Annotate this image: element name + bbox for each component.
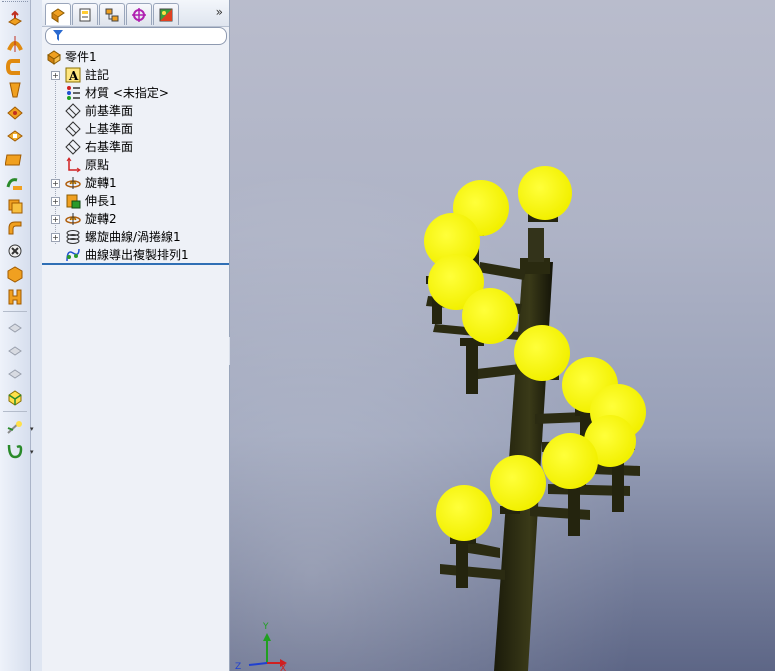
more-tabs-button[interactable]: » <box>216 5 223 19</box>
curves-dropdown-icon[interactable]: ▾ <box>30 448 34 456</box>
lamp-bulb <box>542 433 598 489</box>
tree-item-label: 原點 <box>85 158 110 172</box>
filter-icon <box>53 30 63 44</box>
lamp-bulb <box>436 485 492 541</box>
lofted-cut-icon[interactable] <box>5 195 25 215</box>
curves-icon[interactable] <box>5 441 25 461</box>
tree-item-label: 右基準面 <box>85 140 134 154</box>
tree-item-extrude1[interactable]: + 伸長1 <box>42 192 229 210</box>
extruded-boss-icon[interactable] <box>5 10 25 30</box>
z-axis <box>248 662 268 666</box>
property-manager-icon <box>79 8 91 22</box>
display-manager-tab[interactable] <box>153 3 179 25</box>
tree-item-label: 前基準面 <box>85 104 134 118</box>
svg-text:A: A <box>68 69 79 83</box>
tree-item-label: 材質 <未指定> <box>85 86 169 100</box>
revolved-cut-icon[interactable] <box>5 149 25 169</box>
swept-boss-icon[interactable] <box>5 57 25 77</box>
tree-item-top-plane[interactable]: 上基準面 <box>42 120 229 138</box>
helix-icon <box>65 229 81 245</box>
plane-icon <box>65 103 81 119</box>
extruded-cut-icon[interactable] <box>5 126 25 146</box>
feature-manager-panel: » 零件1 + A 註記 材質 <未指定> 前基準面 上基準面 右基準面 原點 … <box>42 0 230 671</box>
tree-item-material[interactable]: 材質 <未指定> <box>42 84 229 102</box>
tree-item-label: 零件1 <box>65 50 97 64</box>
lamp-bulb <box>462 288 518 344</box>
graphics-area[interactable]: Y X Z <box>230 0 775 671</box>
feature-manager-icon <box>51 8 65 23</box>
plane-icon <box>65 139 81 155</box>
wrap-icon[interactable] <box>5 341 25 361</box>
revolved-boss-icon[interactable] <box>5 34 25 54</box>
lamp-bulb <box>518 166 572 220</box>
intersect-icon[interactable] <box>5 387 25 407</box>
shell-icon[interactable] <box>5 318 25 338</box>
tree-item-label: 旋轉2 <box>85 212 117 226</box>
linear-pattern-icon[interactable] <box>5 241 25 261</box>
rollback-bar[interactable] <box>42 263 229 265</box>
tree-item-curve-pattern1[interactable]: 曲線導出複製排列1 <box>42 246 229 264</box>
draft-icon[interactable] <box>5 287 25 307</box>
expand-toggle[interactable]: + <box>51 179 60 188</box>
expand-toggle[interactable]: + <box>51 233 60 242</box>
swept-cut-icon[interactable] <box>5 172 25 192</box>
dome-icon[interactable] <box>5 364 25 384</box>
origin-icon <box>65 157 81 173</box>
reference-geometry-dropdown-icon[interactable]: ▾ <box>30 425 34 433</box>
tree-item-origin[interactable]: 原點 <box>42 156 229 174</box>
extrude-icon <box>65 193 81 209</box>
features-toolbar: ▾ ▾ <box>0 0 34 671</box>
y-axis-label: Y <box>262 622 269 632</box>
expand-toggle[interactable]: + <box>51 215 60 224</box>
configuration-manager-icon <box>105 8 119 22</box>
dimxpert-manager-icon <box>132 8 146 22</box>
tree-item-annotations[interactable]: + A 註記 <box>42 66 229 84</box>
lamp-bulb <box>514 325 570 381</box>
tree-item-label: 伸長1 <box>85 194 117 208</box>
configuration-manager-tab[interactable] <box>99 3 125 25</box>
property-manager-tab[interactable] <box>72 3 98 25</box>
toolbar-grip[interactable] <box>2 1 28 6</box>
tree-item-label: 上基準面 <box>85 122 134 136</box>
top-stem <box>528 228 544 262</box>
tree-item-helix1[interactable]: + 螺旋曲線/渦捲線1 <box>42 228 229 246</box>
material-icon <box>65 85 81 101</box>
tree-item-label: 旋轉1 <box>85 176 117 190</box>
x-axis-label: X <box>280 664 286 671</box>
tree-item-front-plane[interactable]: 前基準面 <box>42 102 229 120</box>
tree-item-label: 曲線導出複製排列1 <box>85 248 189 262</box>
tree-item-label: 註記 <box>85 68 110 82</box>
part-icon <box>46 49 62 65</box>
manager-tabs: » <box>42 0 229 27</box>
plane-icon <box>65 121 81 137</box>
feature-manager-tab[interactable] <box>45 3 71 25</box>
boundary-boss-icon[interactable] <box>5 103 25 123</box>
toolbar-separator <box>3 411 27 412</box>
lofted-boss-icon[interactable] <box>5 80 25 100</box>
dimxpert-manager-tab[interactable] <box>126 3 152 25</box>
annotations-icon: A <box>65 67 81 83</box>
tree-item-right-plane[interactable]: 右基準面 <box>42 138 229 156</box>
tree-item-revolve2[interactable]: + 旋轉2 <box>42 210 229 228</box>
toolbar-separator <box>3 311 27 312</box>
tree-item-part[interactable]: 零件1 <box>42 48 229 66</box>
display-manager-icon <box>159 8 173 22</box>
reference-geometry-icon[interactable] <box>5 418 25 438</box>
lamp-bulb <box>490 455 546 511</box>
revolve-icon <box>65 175 81 191</box>
tree-item-label: 螺旋曲線/渦捲線1 <box>85 230 181 244</box>
fillet-icon[interactable] <box>5 218 25 238</box>
rib-icon[interactable] <box>5 264 25 284</box>
lamp-model <box>230 0 775 671</box>
z-axis-label: Z <box>235 662 241 671</box>
coordinate-triad: Y X Z <box>235 622 287 671</box>
tree-item-revolve1[interactable]: + 旋轉1 <box>42 174 229 192</box>
expand-toggle[interactable]: + <box>51 197 60 206</box>
revolve-icon <box>65 211 81 227</box>
expand-toggle[interactable]: + <box>51 71 60 80</box>
curve-pattern-icon <box>65 247 81 263</box>
feature-filter-input[interactable] <box>45 27 227 45</box>
